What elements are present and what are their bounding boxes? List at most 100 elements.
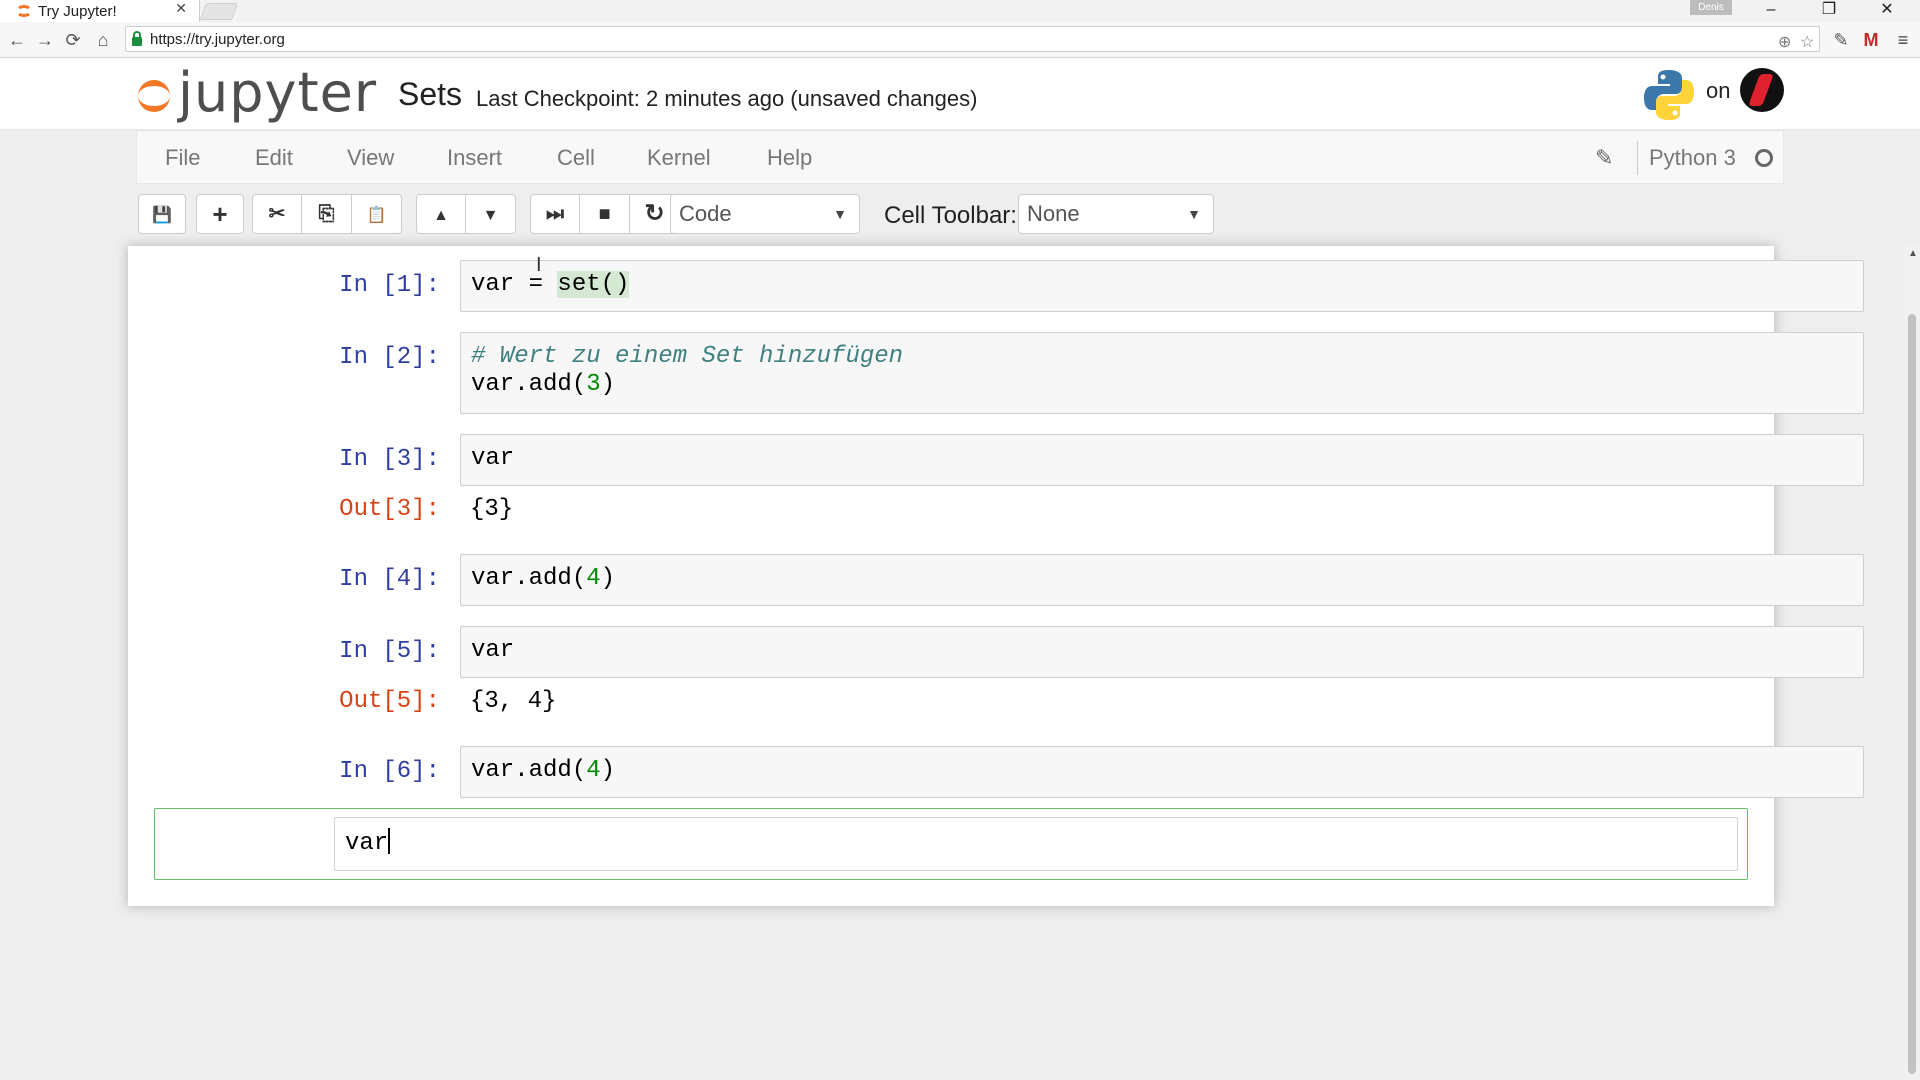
menu-kernel[interactable]: Kernel xyxy=(647,145,711,171)
input-prompt: In [6]: xyxy=(339,758,440,785)
code-input[interactable]: var xyxy=(460,626,1864,678)
input-prompt: In [1]: xyxy=(339,272,440,299)
kernel-name[interactable]: Python 3 xyxy=(1649,145,1736,171)
reload-icon[interactable]: ⟳ xyxy=(62,29,84,51)
restore-button[interactable]: ❐ xyxy=(1806,0,1852,22)
paste-icon: 📋 xyxy=(366,207,387,224)
notebook-page: In [1]: var = set() In [2]: # Wert zu ei… xyxy=(128,246,1864,906)
jupyter-logo-icon xyxy=(136,72,174,114)
browser-toolbar: ← → ⟳ ⌂ https://try.jupyter.org ⊕ ☆ ✎ M … xyxy=(0,22,1920,58)
url-text: https://try.jupyter.org xyxy=(150,30,285,48)
jupyter-header: jupyter Sets Last Checkpoint: 2 minutes … xyxy=(0,58,1920,130)
browser-tab[interactable]: Try Jupyter! ✕ xyxy=(0,0,200,22)
step-forward-icon: ⏭ xyxy=(546,203,564,225)
code-input[interactable]: # Wert zu einem Set hinzufügen var.add(3… xyxy=(460,332,1864,414)
text-cursor xyxy=(388,828,391,854)
chevron-down-icon: ▼ xyxy=(833,206,847,222)
insert-cell-button[interactable]: + xyxy=(196,194,244,234)
code-cell[interactable]: In [6]: var.add(4) xyxy=(154,746,1864,798)
notebook-container: In [1]: var = set() In [2]: # Wert zu ei… xyxy=(0,246,1904,1080)
cell-output: {3, 4} xyxy=(470,688,557,715)
chevron-down-icon: ▼ xyxy=(1187,206,1201,222)
browser-menu-icon[interactable]: ≡ xyxy=(1892,29,1914,51)
active-code-input[interactable]: var xyxy=(334,817,1738,871)
bookmark-star-icon[interactable]: ☆ xyxy=(1800,32,1814,52)
checkpoint-status: Last Checkpoint: 2 minutes ago (unsaved … xyxy=(476,86,978,111)
url-bar[interactable]: https://try.jupyter.org ⊕ ☆ xyxy=(125,26,1820,52)
move-up-button[interactable]: ▲ xyxy=(416,194,466,234)
output-prompt: Out[5]: xyxy=(339,688,440,715)
extension-icon[interactable]: ✎ xyxy=(1830,29,1852,51)
run-cell-button[interactable]: ⏭ xyxy=(530,194,580,234)
jupyter-logo-text: jupyter xyxy=(178,61,378,124)
minimize-button[interactable]: – xyxy=(1748,0,1794,22)
scroll-up-icon[interactable]: ▲ xyxy=(1908,248,1918,259)
notebook-menubar: File Edit View Insert Cell Kernel Help ✎… xyxy=(136,130,1784,184)
cell-toolbar-select[interactable]: None ▼ xyxy=(1018,194,1214,234)
move-down-button[interactable]: ▼ xyxy=(466,194,516,234)
code-input[interactable]: var xyxy=(460,434,1864,486)
menu-cell[interactable]: Cell xyxy=(557,145,595,171)
code-input[interactable]: var.add(4) xyxy=(460,554,1864,606)
selected-code-cell[interactable]: In [ ]: var xyxy=(154,808,1748,880)
plus-icon: + xyxy=(212,199,228,229)
save-button[interactable]: 💾 xyxy=(138,194,186,234)
kernel-idle-indicator-icon xyxy=(1755,149,1773,167)
cell-toolbar-label: Cell Toolbar: xyxy=(884,202,1017,229)
menu-edit[interactable]: Edit xyxy=(255,145,293,171)
scrollbar-thumb[interactable] xyxy=(1908,314,1916,1074)
save-icon: 💾 xyxy=(152,207,172,224)
menu-file[interactable]: File xyxy=(165,145,200,171)
python-logo-icon xyxy=(1644,70,1694,120)
copy-icon: ⎘ xyxy=(318,203,335,225)
jupyter-logo[interactable]: jupyter xyxy=(136,66,377,120)
lock-icon xyxy=(132,30,142,46)
arrow-down-icon: ▼ xyxy=(482,207,499,224)
restart-icon: ↻ xyxy=(644,200,665,227)
code-cell[interactable]: In [4]: var.add(4) xyxy=(154,554,1864,606)
code-cell[interactable]: In [5]: var Out[5]: {3, 4} xyxy=(154,626,1864,726)
cell-type-value: Code xyxy=(679,201,732,226)
input-prompt: In [3]: xyxy=(339,446,440,473)
cell-toolbar-value: None xyxy=(1027,201,1080,226)
menu-help[interactable]: Help xyxy=(767,145,812,171)
gmail-extension-icon[interactable]: M xyxy=(1860,29,1882,51)
input-prompt: In [2]: xyxy=(339,344,440,371)
code-input[interactable]: var.add(4) xyxy=(460,746,1864,798)
input-prompt: In [4]: xyxy=(339,566,440,593)
back-icon[interactable]: ← xyxy=(6,29,28,51)
cell-output: {3} xyxy=(470,496,514,523)
code-comment: # Wert zu einem Set hinzufügen xyxy=(471,343,904,370)
menubar-divider xyxy=(1637,141,1638,175)
code-text: var xyxy=(345,830,389,857)
home-icon[interactable]: ⌂ xyxy=(92,29,114,51)
tab-title: Try Jupyter! xyxy=(38,2,117,20)
paste-button[interactable]: 📋 xyxy=(352,194,402,234)
browser-tabbar: Try Jupyter! ✕ Denis – ❐ ✕ xyxy=(0,0,1920,22)
code-cell[interactable]: In [3]: var Out[3]: {3} xyxy=(154,434,1864,534)
cell-type-select[interactable]: Code ▼ xyxy=(670,194,860,234)
jupyter-favicon-icon xyxy=(16,5,32,17)
page-scrollbar[interactable]: ▲ xyxy=(1904,246,1920,1080)
zoom-icon[interactable]: ⊕ xyxy=(1778,32,1791,52)
input-prompt: In [5]: xyxy=(339,638,440,665)
new-tab-button[interactable] xyxy=(199,3,239,20)
close-window-button[interactable]: ✕ xyxy=(1864,0,1910,22)
notebook-name[interactable]: Sets xyxy=(398,76,462,113)
tab-close-icon[interactable]: ✕ xyxy=(175,0,187,17)
profile-badge[interactable]: Denis xyxy=(1690,0,1732,15)
edit-mode-pencil-icon: ✎ xyxy=(1595,145,1614,170)
menu-insert[interactable]: Insert xyxy=(447,145,502,171)
interrupt-kernel-button[interactable]: ■ xyxy=(580,194,630,234)
code-cell[interactable]: In [2]: # Wert zu einem Set hinzufügen v… xyxy=(154,332,1864,414)
arrow-up-icon: ▲ xyxy=(433,207,449,224)
stop-icon: ■ xyxy=(598,203,611,225)
output-prompt: Out[3]: xyxy=(339,496,440,523)
rackspace-logo-icon xyxy=(1740,68,1784,112)
copy-button[interactable]: ⎘ xyxy=(302,194,352,234)
cut-button[interactable]: ✂ xyxy=(252,194,302,234)
menu-view[interactable]: View xyxy=(347,145,394,171)
code-input[interactable]: var = set() xyxy=(460,260,1864,312)
code-cell[interactable]: In [1]: var = set() xyxy=(154,260,1864,312)
forward-icon[interactable]: → xyxy=(34,29,56,51)
